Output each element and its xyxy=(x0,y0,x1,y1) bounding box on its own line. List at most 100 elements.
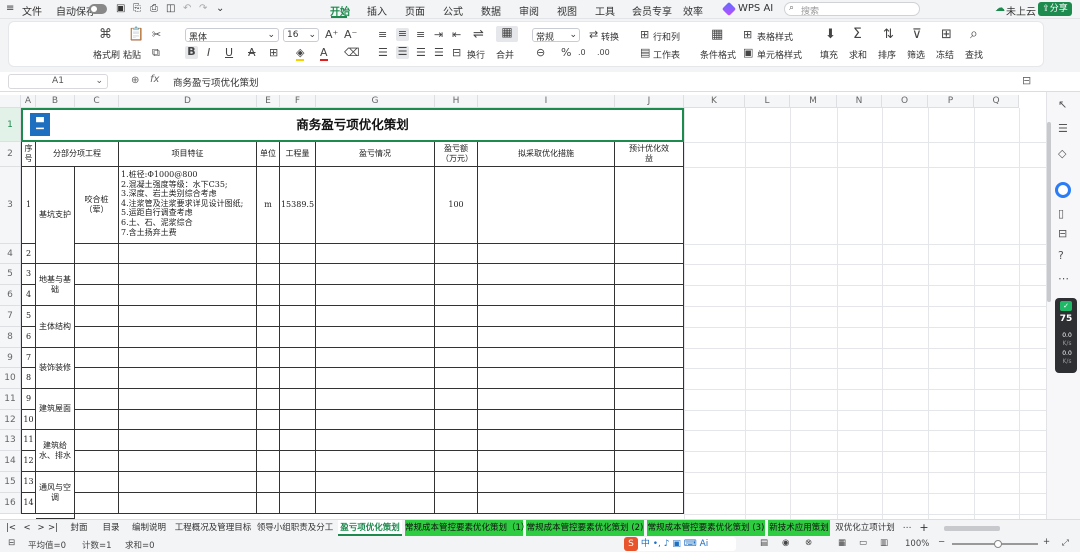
data-cell[interactable] xyxy=(316,472,435,493)
data-cell[interactable] xyxy=(75,389,119,410)
data-cell[interactable] xyxy=(257,285,280,306)
help-icon[interactable]: ? xyxy=(1058,249,1064,262)
cut-icon[interactable]: ✂ xyxy=(152,29,161,41)
data-cell[interactable] xyxy=(316,306,435,327)
header-expected[interactable]: 预计优化效益 xyxy=(615,142,684,167)
data-cell[interactable] xyxy=(257,327,280,348)
data-cell[interactable] xyxy=(478,264,615,285)
undo-icon[interactable]: ↶ xyxy=(183,3,191,14)
data-cell[interactable] xyxy=(316,410,435,430)
worksheet-icon[interactable]: ▤ xyxy=(640,47,650,59)
header-qty[interactable]: 工程量 xyxy=(280,142,316,167)
data-cell[interactable] xyxy=(316,493,435,514)
more-icon[interactable]: ⋯ xyxy=(1058,272,1069,285)
font-size-select[interactable]: 16 ⌄ xyxy=(283,28,319,42)
next-sheet-icon[interactable]: > xyxy=(36,520,46,536)
column-header-E[interactable]: E xyxy=(257,95,280,108)
menu-icon[interactable]: ≡ xyxy=(6,3,14,14)
column-header-I[interactable]: I xyxy=(478,95,615,108)
data-cell[interactable] xyxy=(75,430,119,451)
data-cell[interactable] xyxy=(435,368,478,389)
data-cell[interactable] xyxy=(119,493,257,514)
fill-color-icon[interactable]: ◈ xyxy=(296,47,305,61)
horizontal-scrollbar[interactable] xyxy=(944,526,1000,531)
data-cell[interactable] xyxy=(257,389,280,410)
data-cell[interactable] xyxy=(615,327,684,348)
book-icon[interactable]: ▯ xyxy=(1058,207,1064,220)
row-header-3[interactable]: 3 xyxy=(0,167,21,244)
menu-tab-page[interactable]: 页面 xyxy=(405,3,425,18)
data-cell[interactable] xyxy=(257,451,280,472)
outdent-icon[interactable]: ⇤ xyxy=(452,29,461,41)
fill-icon[interactable]: ⬇ xyxy=(825,28,836,41)
save-icon[interactable]: ▣ xyxy=(116,3,125,14)
data-cell[interactable] xyxy=(435,451,478,472)
font-shrink-icon[interactable]: A⁻ xyxy=(344,29,357,41)
sliders-icon[interactable]: ☰ xyxy=(1058,122,1068,135)
row-header-11[interactable]: 11 xyxy=(0,389,21,410)
add-sheet-icon[interactable]: + xyxy=(918,520,930,536)
data-cell[interactable] xyxy=(257,348,280,368)
row3-profit[interactable] xyxy=(316,167,435,244)
font-color-icon[interactable]: A xyxy=(320,47,328,61)
row3-amount[interactable]: 100 xyxy=(435,167,478,244)
cell-reference-box[interactable]: A1 ⌄ xyxy=(8,74,108,89)
menu-tab-formula[interactable]: 公式 xyxy=(443,3,463,18)
data-cell[interactable] xyxy=(280,244,316,264)
header-measure[interactable]: 拟采取优化措施 xyxy=(478,142,615,167)
data-cell[interactable] xyxy=(615,306,684,327)
data-cell[interactable] xyxy=(316,285,435,306)
data-cell[interactable] xyxy=(75,285,119,306)
distribute-icon[interactable]: ⊟ xyxy=(452,47,461,59)
row-header-8[interactable]: 8 xyxy=(0,327,21,348)
menu-tab-efficiency[interactable]: 效率 xyxy=(683,3,703,18)
row-header-5[interactable]: 5 xyxy=(0,264,21,285)
justify-icon[interactable]: ☰ xyxy=(434,47,444,59)
data-cell[interactable] xyxy=(75,451,119,472)
italic-icon[interactable]: I xyxy=(207,47,210,59)
data-cell[interactable] xyxy=(478,306,615,327)
view-normal-icon[interactable]: ▤ xyxy=(760,538,768,548)
zoom-slider[interactable] xyxy=(952,540,1038,548)
eye-icon[interactable]: ◉ xyxy=(782,538,789,548)
data-cell[interactable] xyxy=(119,410,257,430)
seq-cell[interactable]: 10 xyxy=(21,410,36,430)
layout-normal-icon[interactable]: ▦ xyxy=(838,538,846,548)
fill-button[interactable]: 填充 xyxy=(820,48,838,61)
sheet-tab-cost-1[interactable]: 常规成本管控要素优化策划（1） xyxy=(405,520,529,536)
zoom-in-icon[interactable]: + xyxy=(1043,537,1050,547)
group-cell[interactable]: 通风与空调 xyxy=(36,472,75,514)
menu-tab-tools[interactable]: 工具 xyxy=(595,3,615,18)
row-header-7[interactable]: 7 xyxy=(0,306,21,327)
table-style-button[interactable]: 表格样式 xyxy=(757,30,793,43)
data-cell[interactable] xyxy=(435,306,478,327)
row-header-2[interactable]: 2 xyxy=(0,142,21,167)
number-format-select[interactable]: 常规 ⌄ xyxy=(532,28,580,42)
group-cell[interactable]: 主体结构 xyxy=(36,306,75,348)
data-cell[interactable] xyxy=(316,368,435,389)
cloud-status[interactable]: 未上云 xyxy=(1006,3,1036,18)
fx-icon[interactable]: fx xyxy=(150,74,159,85)
data-cell[interactable] xyxy=(478,410,615,430)
sort-icon[interactable]: ⇅ xyxy=(883,28,894,41)
column-header-Q[interactable]: Q xyxy=(974,95,1019,108)
data-cell[interactable] xyxy=(478,285,615,306)
data-cell[interactable] xyxy=(478,348,615,368)
layout-break-icon[interactable]: ▥ xyxy=(880,538,888,548)
data-cell[interactable] xyxy=(280,348,316,368)
cond-format-button[interactable]: 条件格式 xyxy=(700,48,736,61)
wps-ai-icon[interactable] xyxy=(721,1,737,17)
group-cell[interactable]: 地基与基础 xyxy=(36,264,75,306)
freeze-button[interactable]: 冻结 xyxy=(936,48,954,61)
cell-style-button[interactable]: 单元格样式 xyxy=(757,48,802,61)
first-sheet-icon[interactable]: |< xyxy=(6,520,16,536)
row3-part[interactable]: 基坑支护 xyxy=(36,167,75,264)
chevron-down-icon[interactable]: ⌄ xyxy=(216,3,224,14)
seq-cell[interactable]: 11 xyxy=(21,430,36,451)
data-cell[interactable] xyxy=(119,430,257,451)
row3-seq[interactable]: 1 xyxy=(21,167,36,244)
column-header-O[interactable]: O xyxy=(882,95,928,108)
data-cell[interactable] xyxy=(119,472,257,493)
data-cell[interactable] xyxy=(119,264,257,285)
find-icon[interactable]: ⌕ xyxy=(970,27,978,41)
